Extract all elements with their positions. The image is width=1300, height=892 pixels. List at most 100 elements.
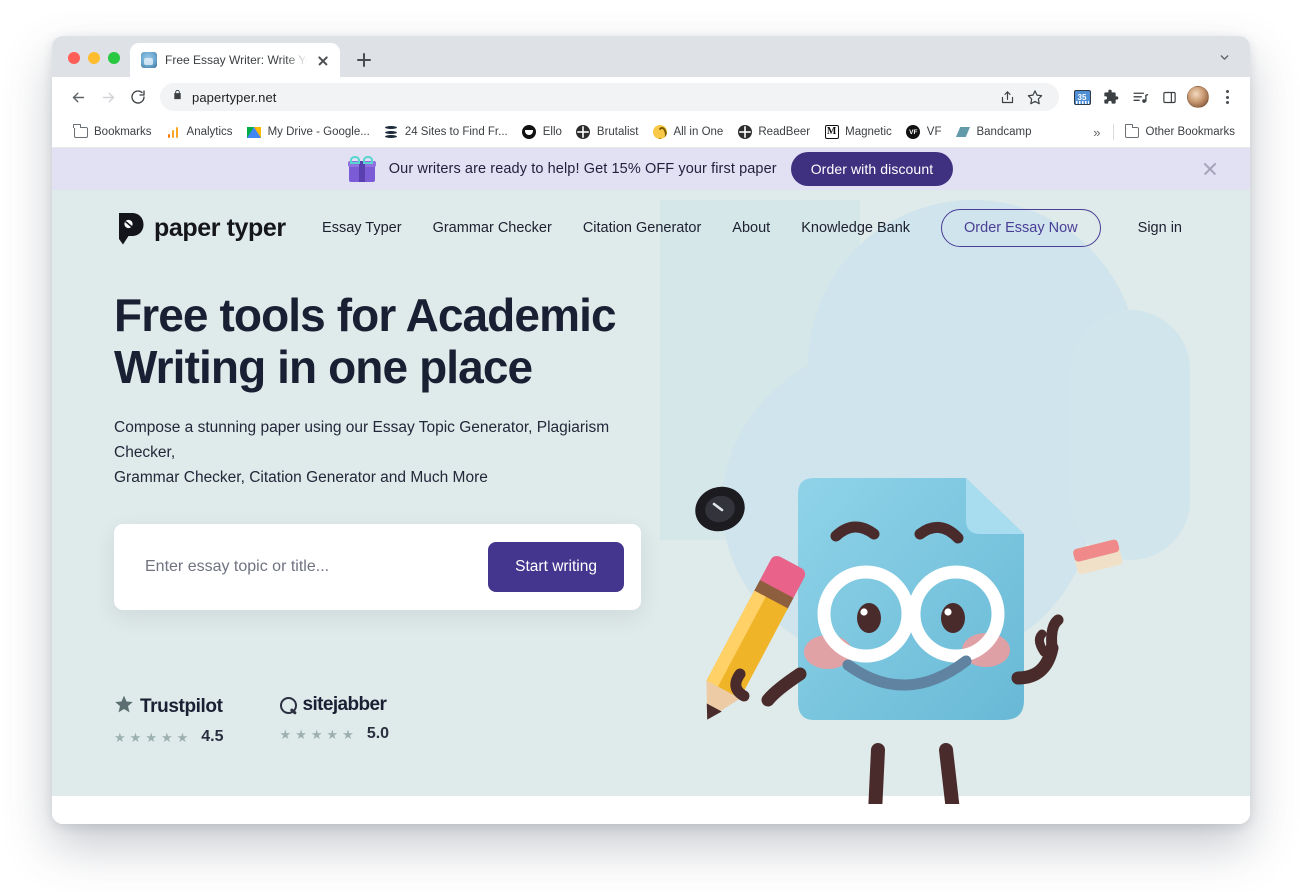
back-arrow-icon[interactable] [64,83,92,111]
star-rating: ★ ★ ★ ★ ★ [114,731,188,744]
sitejabber-icon [279,696,297,714]
bookmark-label: Brutalist [596,126,639,138]
bookmark-label: ReadBeer [758,126,811,138]
star-icon: ★ [279,726,292,742]
media-list-icon[interactable] [1127,84,1153,110]
nav-item-about[interactable]: About [732,220,770,236]
globe-icon [576,125,591,140]
bookmark-magnetic[interactable]: M Magnetic [817,121,899,144]
nav-item-citation-generator[interactable]: Citation Generator [583,220,701,236]
new-tab-button[interactable] [350,46,378,74]
main-navigation: Essay Typer Grammar Checker Citation Gen… [322,209,1182,247]
address-bar[interactable]: papertyper.net [160,83,1059,111]
ello-icon [522,125,537,140]
browser-menu-kebab-icon[interactable] [1214,84,1240,110]
star-icon: ★ [145,729,157,745]
share-icon[interactable] [995,85,1019,109]
order-with-discount-button[interactable]: Order with discount [790,152,954,186]
mascot-illustration [688,462,1158,804]
vf-icon: VF [906,125,921,140]
nav-item-grammar-checker[interactable]: Grammar Checker [433,220,552,236]
tab-favicon-icon [141,52,157,68]
maximize-window-button[interactable] [108,52,120,64]
bookmarks-divider [1112,124,1114,140]
puzzle-icon[interactable] [1098,84,1124,110]
all-in-one-icon [652,125,667,140]
toolbar-icon-group: 35 [1069,84,1240,110]
forward-arrow-icon[interactable] [94,83,122,111]
url-text: papertyper.net [192,89,277,105]
close-icon[interactable] [1200,159,1220,179]
bookmark-ello[interactable]: Ello [515,121,569,144]
bookmark-all-in-one[interactable]: All in One [645,121,730,144]
bookmark-label: Analytics [186,126,233,138]
mascot-eye-left [857,603,881,633]
trust-badges: Trustpilot ★ ★ ★ ★ ★ 4.5 sitejabber ★ ★ … [114,694,389,746]
bookmark-analytics[interactable]: Analytics [159,121,240,144]
bookmark-bandcamp[interactable]: Bandcamp [948,121,1038,144]
bookmark-24-sites[interactable]: 24 Sites to Find Fr... [377,121,515,144]
nav-item-essay-typer[interactable]: Essay Typer [322,220,402,236]
site-logo[interactable]: paper typer [114,211,286,246]
trust-brand-name: sitejabber [302,694,387,715]
pen-nib-logo-icon [114,211,145,246]
bookmark-vf[interactable]: VF VF [899,121,949,144]
bookmark-label: Ello [542,126,562,138]
tab-search-chevron-down-icon[interactable] [1210,43,1238,71]
search-input[interactable] [145,558,489,577]
bookmark-label: All in One [673,126,724,138]
mascot-leg-right [939,743,960,804]
bookmark-label: Bandcamp [976,126,1032,138]
trustpilot-star-icon [114,694,134,719]
bookmark-star-icon[interactable] [1023,85,1047,109]
bookmarks-bar: Bookmarks Analytics My Drive - Google...… [52,117,1250,148]
page-title: Free tools for Academic Writing in one p… [114,289,617,393]
mascot-eye-right [941,603,965,633]
mascot-arm-left [706,555,807,720]
other-bookmarks-label: Other Bookmarks [1145,126,1235,138]
essay-topic-search-card: Start writing [114,524,641,611]
trust-badge-sitejabber: sitejabber ★ ★ ★ ★ ★ 5.0 [279,694,390,743]
reload-icon[interactable] [124,83,152,111]
browser-toolbar: papertyper.net 35 [52,77,1250,117]
eraser-decoration [1073,539,1123,575]
star-icon: ★ [160,729,173,745]
tab-title: Free Essay Writer: Write Your P [165,53,307,67]
star-rating: ★ ★ ★ ★ ★ [280,728,354,741]
nav-item-knowledge-bank[interactable]: Knowledge Bank [801,220,910,236]
star-icon: ★ [129,729,142,745]
sign-in-link[interactable]: Sign in [1138,220,1182,236]
browser-tab[interactable]: Free Essay Writer: Write Your P [130,43,340,77]
bookmark-my-drive[interactable]: My Drive - Google... [240,121,377,144]
promo-text: Our writers are ready to help! Get 15% O… [388,161,777,177]
minimize-window-button[interactable] [88,52,100,64]
web-page: Our writers are ready to help! Get 15% O… [52,148,1250,824]
bookmark-readbeer[interactable]: ReadBeer [730,121,817,144]
avatar[interactable] [1185,84,1211,110]
globe-icon [737,125,752,140]
mascot-leg-left [868,743,885,804]
extension-counter-icon[interactable]: 35 [1069,84,1095,110]
other-bookmarks-button[interactable]: Other Bookmarks [1118,121,1242,144]
bookmark-brutalist[interactable]: Brutalist [569,121,646,144]
close-window-button[interactable] [68,52,80,64]
trust-score: 5.0 [366,725,390,742]
start-writing-button[interactable]: Start writing [488,542,624,593]
side-panel-icon[interactable] [1156,84,1182,110]
window-controls [64,52,130,77]
star-icon: ★ [342,726,354,742]
google-drive-icon [247,125,262,140]
site-logo-text: paper typer [154,213,286,242]
star-icon: ★ [114,729,126,745]
hero-section: paper typer Essay Typer Grammar Checker … [52,190,1250,804]
star-icon: ★ [295,726,307,742]
analytics-icon [166,125,181,140]
bookmark-bookmarks[interactable]: Bookmarks [66,121,159,144]
order-essay-now-button[interactable]: Order Essay Now [941,209,1101,247]
bookmark-label: My Drive - Google... [267,126,370,138]
bookmark-label: VF [926,126,942,138]
star-icon: ★ [310,726,323,742]
site-header: paper typer Essay Typer Grammar Checker … [52,190,1250,266]
bookmarks-overflow-button[interactable]: » [1085,121,1108,144]
tab-close-icon[interactable] [315,52,331,68]
